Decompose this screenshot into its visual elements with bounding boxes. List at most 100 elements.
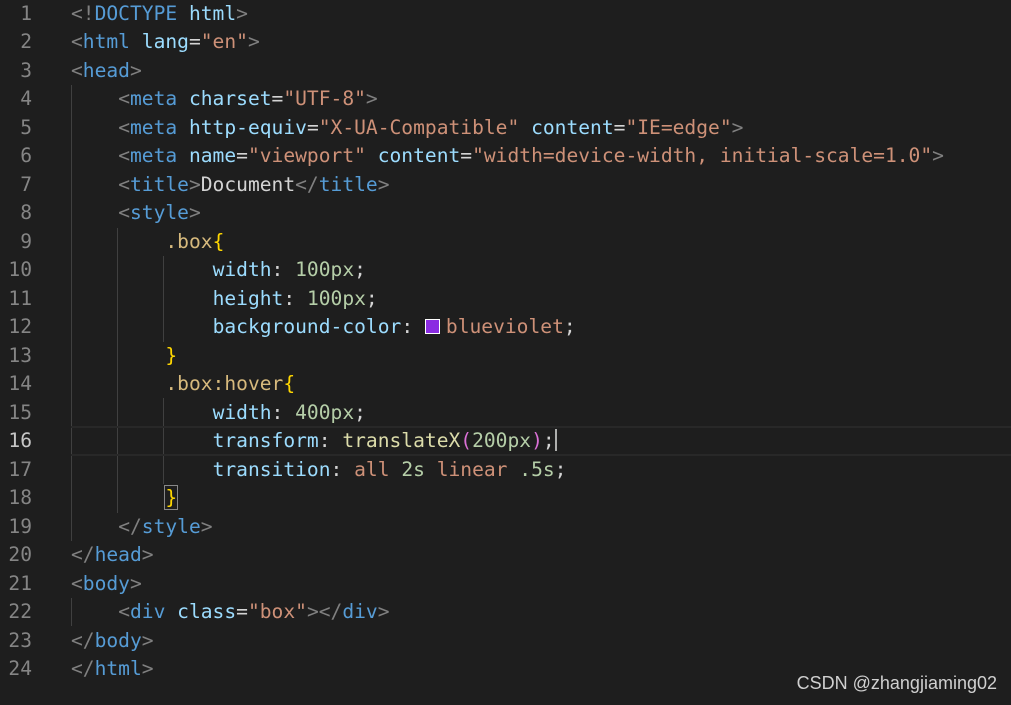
code-token: .5s <box>519 457 555 481</box>
code-text: .box{ <box>71 228 224 257</box>
code-token: > <box>188 172 201 196</box>
code-line[interactable]: 9 .box{ <box>0 228 1011 257</box>
code-line[interactable]: 14 .box:hover{ <box>0 370 1011 399</box>
code-token: > <box>141 543 154 566</box>
code-token: > <box>731 115 744 139</box>
code-token: : <box>271 258 296 281</box>
code-token: .box <box>165 229 213 253</box>
code-token: "width=device-width, initial-scale=1.0" <box>472 144 933 167</box>
code-line[interactable]: 5 <meta http-equiv="X-UA-Compatible" con… <box>0 114 1011 143</box>
code-token: ; <box>554 457 567 481</box>
line-number: 19 <box>8 514 32 538</box>
code-text: width: 100px; <box>71 256 366 285</box>
code-token: head <box>94 543 142 566</box>
code-token: > <box>365 87 378 110</box>
code-line[interactable]: 2 <html lang="en"> <box>0 28 1011 57</box>
line-number: 21 <box>8 571 32 595</box>
code-token: : <box>401 315 425 338</box>
code-token: translateX <box>342 429 461 452</box>
code-token: > <box>129 571 142 595</box>
code-line[interactable]: 20 </head> <box>0 541 1011 570</box>
code-line[interactable]: 12 background-color: blueviolet; <box>0 313 1011 342</box>
code-token: meta <box>129 115 178 139</box>
code-token: div <box>129 600 166 623</box>
code-token: </ <box>295 172 319 196</box>
code-line[interactable]: 3 <head> <box>0 57 1011 86</box>
code-token: < <box>71 571 83 595</box>
code-line[interactable]: 22 <div class="box"></div> <box>0 598 1011 627</box>
code-token: charset <box>188 87 272 110</box>
code-line[interactable]: 6 <meta name="viewport" content="width=d… <box>0 142 1011 171</box>
code-token: "en" <box>200 30 248 53</box>
code-token: DOCTYPE <box>94 1 178 25</box>
line-number: 4 <box>20 87 32 110</box>
code-token: } <box>164 485 179 510</box>
code-token: "viewport" <box>247 144 366 167</box>
code-text: height: 100px; <box>71 285 378 314</box>
code-line[interactable]: 8 <style> <box>0 199 1011 228</box>
code-token: </ <box>118 514 142 538</box>
code-token: = <box>236 144 248 167</box>
code-line[interactable]: 16 transform: translateX(200px); <box>0 427 1011 456</box>
line-number: 24 <box>8 657 32 680</box>
code-line[interactable]: 18 } <box>0 484 1011 513</box>
code-token: > <box>247 30 260 53</box>
color-swatch-icon[interactable] <box>424 319 440 334</box>
code-token: lang <box>141 30 189 53</box>
code-line[interactable]: 13 } <box>0 342 1011 371</box>
code-line[interactable]: 15 width: 400px; <box>0 399 1011 428</box>
line-number: 17 <box>8 457 32 481</box>
code-token: ; <box>563 315 576 338</box>
code-line[interactable]: 17 transition: all 2s linear .5s; <box>0 456 1011 485</box>
code-line[interactable]: 7 <title>Document</title> <box>0 171 1011 200</box>
code-token: http-equiv <box>188 115 307 139</box>
code-token: style <box>141 514 201 538</box>
code-line[interactable]: 4 <meta charset="UTF-8"> <box>0 85 1011 114</box>
code-text: </head> <box>71 541 154 570</box>
code-line[interactable]: 19 </style> <box>0 513 1011 542</box>
code-token: background-color <box>212 315 402 338</box>
code-token: 200px <box>472 429 532 452</box>
code-token: blueviolet <box>445 315 564 338</box>
watermark: CSDN @zhangjiaming02 <box>796 673 997 693</box>
code-line[interactable]: 1 <!DOCTYPE html> <box>0 0 1011 28</box>
line-number: 14 <box>8 372 32 395</box>
code-token: ; <box>354 400 366 424</box>
code-token: Document <box>200 172 296 196</box>
code-token: = <box>460 144 473 167</box>
code-token: content <box>531 115 614 139</box>
code-token: > <box>236 1 248 25</box>
code-token: style <box>129 201 189 224</box>
line-number: 3 <box>20 58 32 82</box>
code-token: > <box>377 172 390 196</box>
code-token: content <box>377 144 461 167</box>
code-line[interactable]: 10 width: 100px; <box>0 256 1011 285</box>
code-line[interactable]: 23 </body> <box>0 627 1011 656</box>
line-number: 13 <box>8 343 32 367</box>
code-editor[interactable]: 1 <!DOCTYPE html> 2 <html lang="en"> 3 <head>… <box>0 0 1011 705</box>
code-token: transition <box>212 457 331 481</box>
code-token: 2s <box>401 457 425 481</box>
code-token: </ <box>71 657 95 680</box>
code-token: "X-UA-Compatible" <box>318 115 520 139</box>
code-line[interactable]: 21 <body> <box>0 570 1011 599</box>
code-token: = <box>271 87 284 110</box>
code-token: = <box>306 115 319 139</box>
code-token: < <box>118 172 130 196</box>
code-line[interactable]: 11 height: 100px; <box>0 285 1011 314</box>
code-token: "box" <box>247 600 307 623</box>
code-token: > <box>932 144 944 167</box>
code-token: ; <box>354 258 366 281</box>
code-token: < <box>118 201 130 224</box>
code-token: ></ <box>306 600 343 623</box>
text-cursor <box>554 429 557 451</box>
